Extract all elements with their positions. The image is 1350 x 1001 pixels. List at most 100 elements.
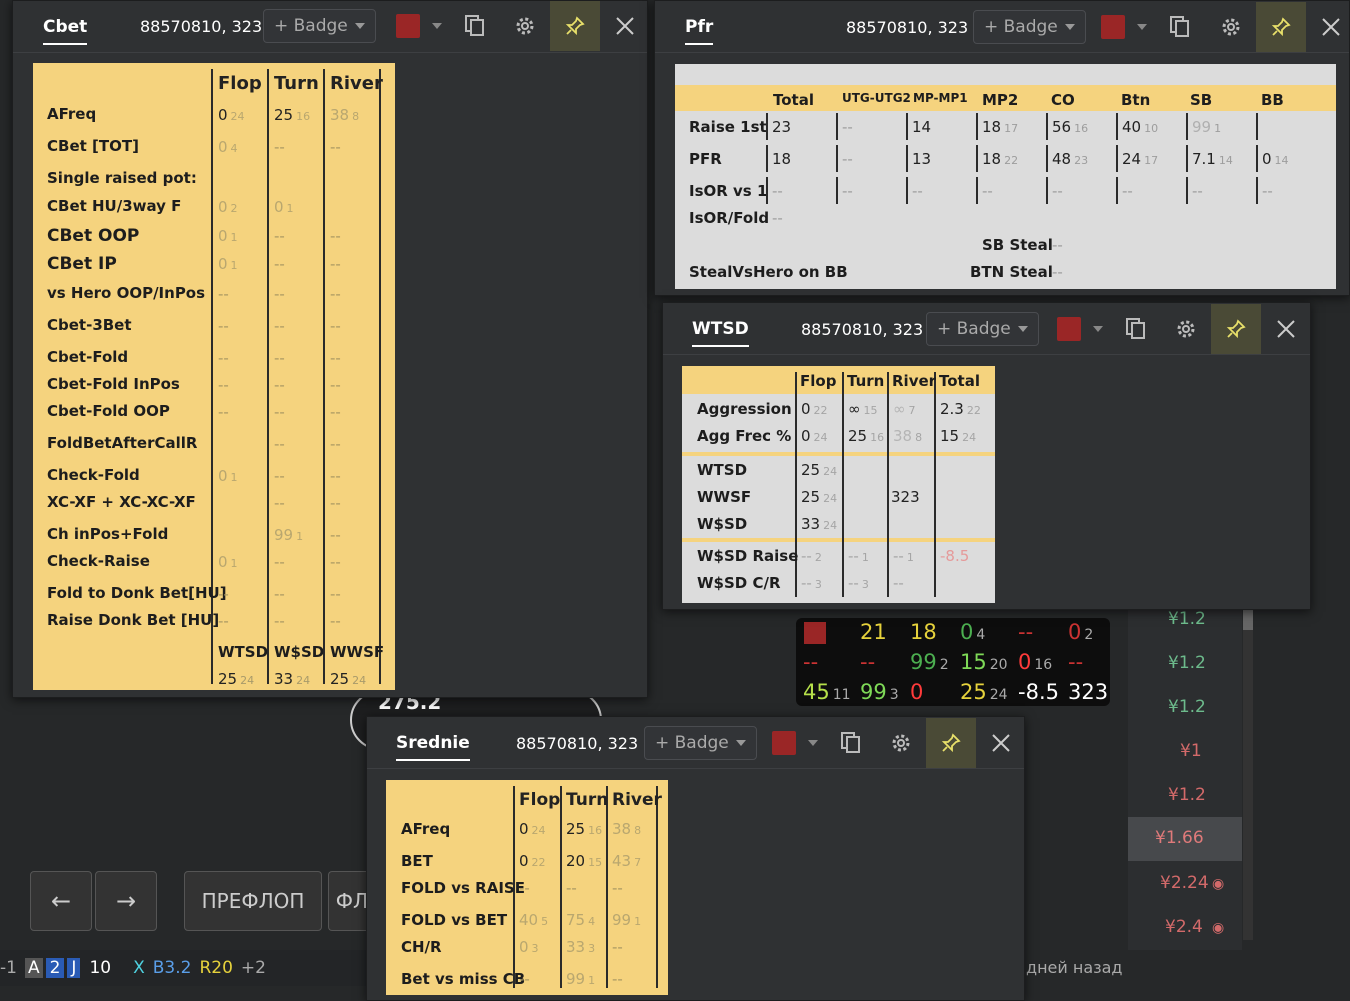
hud-stat[interactable]: 18 (910, 620, 937, 644)
window-header[interactable]: WTSD 88570810, 323 + Badge (663, 303, 1310, 355)
chevron-down-icon (432, 23, 442, 29)
cell-divider (906, 177, 908, 204)
window-title[interactable]: Cbet (43, 17, 88, 45)
stat-main: -- (842, 182, 853, 200)
price-item[interactable]: ¥2.24 (1160, 873, 1209, 893)
hud-stat[interactable]: 02 (1068, 620, 1093, 644)
stat-main: -- (330, 585, 341, 603)
color-picker[interactable] (1101, 15, 1147, 39)
hud-stat[interactable]: 99 2 (910, 650, 949, 674)
eye-icon[interactable]: ◉ (1212, 876, 1224, 892)
stat-value: -- (330, 494, 341, 512)
stat-value: -- (274, 553, 285, 571)
eye-icon[interactable]: ◉ (1212, 920, 1224, 936)
window-title[interactable]: WTSD (692, 319, 749, 347)
stat-sample: 24 (352, 674, 367, 687)
hud-stat[interactable]: -8.5 (1018, 680, 1059, 704)
stat-value: 01 (274, 198, 294, 216)
cell-divider (1256, 177, 1258, 204)
stat-value: -- (1052, 263, 1063, 281)
hud-stat[interactable]: 0 (910, 680, 923, 704)
price-item[interactable]: ¥1 (1180, 741, 1202, 761)
color-picker[interactable] (772, 731, 818, 755)
stat-main: 0 (218, 138, 228, 156)
hud-stat[interactable]: 0 16 (1018, 650, 1052, 674)
copy-icon[interactable] (1155, 2, 1205, 52)
copy-icon[interactable] (826, 718, 876, 768)
stat-main: -- (330, 467, 341, 485)
price-item[interactable]: ¥1.2 (1168, 785, 1206, 805)
stat-label: Aggression (697, 400, 792, 418)
cbet-window[interactable]: Cbet 88570810, 323 + Badge Flop Turn River… (12, 0, 648, 698)
hud-stat[interactable]: 25 24 (960, 680, 1008, 704)
hud-stat[interactable]: 323 (1068, 680, 1108, 704)
column-header: River (612, 790, 662, 810)
close-icon[interactable] (600, 1, 650, 51)
window-header[interactable]: Srednie 88570810, 323 + Badge (367, 717, 1024, 769)
column-header: Turn (566, 790, 609, 810)
copy-icon[interactable] (450, 1, 500, 51)
gear-icon[interactable] (876, 718, 926, 768)
copy-icon[interactable] (1111, 304, 1161, 354)
hud-stat[interactable]: 15 20 (960, 650, 1008, 674)
hud-value: 45 (803, 680, 830, 704)
gear-icon[interactable] (500, 1, 550, 51)
price-item[interactable]: ¥1.66 (1155, 828, 1204, 848)
stat-value: -- (218, 585, 229, 603)
stat-main: -- (218, 403, 229, 421)
color-picker[interactable] (396, 14, 442, 38)
hud-sample: 11 (832, 687, 851, 703)
price-item[interactable]: ¥1.2 (1168, 697, 1206, 717)
column-divider (887, 372, 889, 597)
price-item[interactable]: ¥1.2 (1168, 653, 1206, 673)
pin-icon[interactable] (926, 718, 976, 768)
price-item[interactable]: ¥1.2 (1168, 609, 1206, 629)
window-header[interactable]: Cbet 88570810, 323 + Badge (13, 1, 647, 53)
pin-icon[interactable] (1211, 304, 1261, 354)
hud-stat[interactable]: -- (803, 650, 818, 674)
card-ten: 10 (89, 958, 112, 978)
add-badge-dropdown[interactable]: + Badge (926, 312, 1039, 346)
add-badge-dropdown[interactable]: + Badge (973, 10, 1086, 44)
hud-stat[interactable]: -- (1018, 620, 1033, 644)
hud-sample: 20 (989, 657, 1008, 673)
hud-stat[interactable]: -- (860, 650, 875, 674)
pin-icon[interactable] (550, 1, 600, 51)
pin-icon[interactable] (1256, 2, 1306, 52)
hud-stat[interactable]: 99 3 (860, 680, 899, 704)
window-title[interactable]: Pfr (685, 17, 714, 45)
gear-icon[interactable] (1206, 2, 1256, 52)
column-divider (379, 69, 381, 684)
gear-icon[interactable] (1161, 304, 1211, 354)
scrollbar[interactable] (1243, 600, 1253, 940)
color-picker[interactable] (1057, 317, 1103, 341)
pfr-window[interactable]: Pfr 88570810, 323 + Badge Total UTG-UTG2 M… (654, 0, 1350, 296)
add-badge-dropdown[interactable]: + Badge (263, 9, 376, 43)
preflop-button[interactable]: ПРЕФЛОП (184, 871, 322, 931)
stat-main: -- (330, 349, 341, 367)
stat-main: -- (274, 317, 285, 335)
footer-label: WTSD (218, 643, 269, 661)
forward-arrow-button[interactable]: → (95, 871, 157, 931)
wtsd-window[interactable]: WTSD 88570810, 323 + Badge Flop Turn River… (662, 302, 1311, 610)
stat-value: 23 (772, 118, 791, 136)
stat-value: 43 7 (612, 852, 641, 870)
stat-main: -- (982, 182, 993, 200)
hud-stat[interactable]: 21 (860, 620, 887, 644)
hud-stat[interactable]: 04 (960, 620, 985, 644)
price-item[interactable]: ¥2.4 (1165, 917, 1203, 937)
flop-button[interactable]: ФЛ (328, 871, 368, 931)
add-badge-dropdown[interactable]: + Badge (644, 726, 757, 760)
column-header: UTG-UTG2 (842, 91, 911, 105)
close-icon[interactable] (1261, 304, 1311, 354)
srednie-window[interactable]: Srednie 88570810, 323 + Badge Flop Turn Ri… (366, 716, 1025, 1001)
close-icon[interactable] (976, 718, 1026, 768)
hud-stat[interactable]: -- (1068, 650, 1083, 674)
stat-value: -- (274, 376, 285, 394)
hud-stat[interactable]: 45 11 (803, 680, 851, 704)
close-icon[interactable] (1306, 2, 1350, 52)
back-arrow-button[interactable]: ← (30, 871, 92, 931)
window-header[interactable]: Pfr 88570810, 323 + Badge (655, 1, 1349, 53)
stat-main: -- (330, 494, 341, 512)
window-title[interactable]: Srednie (396, 733, 470, 761)
